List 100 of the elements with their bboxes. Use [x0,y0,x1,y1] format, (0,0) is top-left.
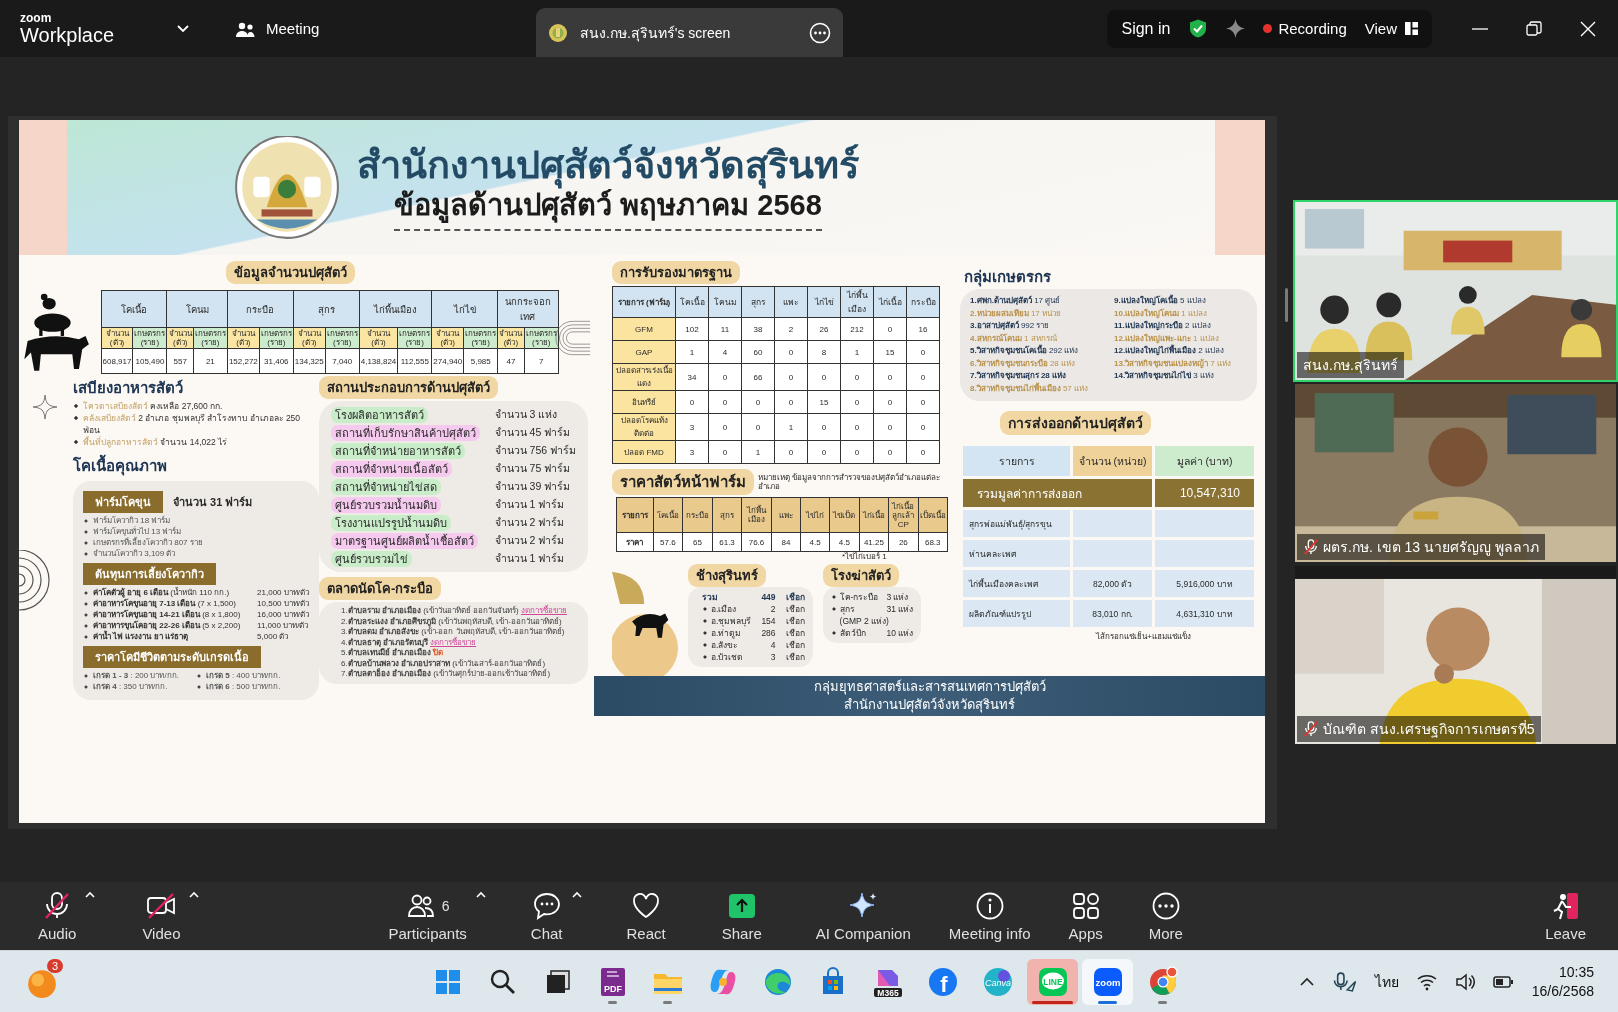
toolbar-button[interactable]: Apps [1068,890,1103,942]
slide-title: สำนักงานปศุสัตว์จังหวัดสุรินทร์ [357,144,859,188]
section-heading: สถานประกอบการด้านปศุสัตว์ [319,376,498,399]
list-item: 12.แปลงใหญ่แพะ-แกะ 1 แปลง [1114,332,1220,344]
table-cell: 82,000 ตัว [1073,570,1152,597]
battery-icon[interactable] [1492,973,1514,990]
sign-in-button[interactable]: Sign in [1121,19,1171,38]
footer-text: กลุ่มยุทธศาสตร์และสารสนเทศการปศุสัตว์ [813,678,1046,696]
table-cell: 5,916,000 บาท [1154,570,1254,597]
row-header: GFM [612,317,676,341]
toolbar-button[interactable]: 6 Participants [388,890,467,942]
list-item: 3.อาสาปศุสัตว์ 992 ราย [970,320,1051,332]
column-header: จำนวน (หน่วย) [1073,446,1152,476]
list-item: 5.วิสาหกิจชุมชนโคเนื้อ 292 แห่ง [970,345,1080,357]
list-item: 13.วิสาหกิจชุมชนแปลงหญ้า 7 แห่ง [1114,357,1232,370]
table-cell: 4,631,310 บาท [1154,600,1254,627]
emblem-icon [548,22,568,43]
screen-share-tab[interactable]: สนง.กษ.สุรินทร์'s screen [536,8,843,57]
list-item: 8.วิสาหกิจชุมชนไก่พื้นเมือง 57 แห่ง [970,382,1089,395]
section-heading: ช้างสุรินทร์ [688,564,766,587]
caret-button[interactable] [474,890,487,900]
column-header: ไข่เป็ด [829,497,860,533]
column-header: โคเนื้อ [675,286,709,318]
price-text: 11,000 บาท/ตัว [257,620,309,631]
microphone-icon[interactable] [1332,971,1357,992]
column-header: รายการ [963,446,1071,476]
count-text: 286 [761,627,776,639]
section-heading: กลุ่มเกษตรกร [964,267,1052,289]
canva-icon: Canva [981,965,1014,998]
caret-up-icon [84,890,97,900]
participant-count: 6 [441,898,450,914]
row-header: GAP [612,340,676,364]
caret-button[interactable] [84,890,97,900]
footnote: *ไข่ไก่เบอร์ 1 [842,552,888,562]
chat-icon [531,891,562,921]
list-item: 7.วิสาหกิจชุมชนสุกร 28 แห่ง [970,370,1067,382]
column-header: โคเนื้อ [101,290,167,328]
column-header: โคนม [166,290,228,328]
count-text: จำนวน 756 ฟาร์ม [494,443,576,458]
count-text: จำนวน 39 ฟาร์ม [494,479,572,494]
establishment-name: ศูนย์รวบรวมไข่ [331,550,412,567]
list-item: 10.แปลงใหญ่โคนม 1 แปลง [1114,307,1208,320]
resize-handle[interactable] [1285,287,1288,322]
list-item: 12.แปลงใหญ่ไก่พื้นเมือง 2 แปลง [1114,345,1247,358]
clock-time: 10:35 [1558,962,1594,982]
taskbar-button[interactable]: zoom [1082,958,1133,1005]
tag-label: ต้นทุนการเลี้ยงโควากิว [83,563,216,585]
toolbar-button[interactable]: Video [142,890,181,942]
meeting-button[interactable]: Meeting [235,19,320,38]
view-button[interactable]: View [1364,20,1418,37]
shield-icon [1188,18,1209,39]
district-name: อ.ชุมพลบุรี [702,615,752,627]
count-text: 4 [769,639,776,651]
app-name: Workplace [20,25,116,45]
toolbar-button[interactable]: Audio [38,890,77,942]
language-indicator: ไทย [1374,972,1399,992]
restore-button[interactable] [1526,20,1542,37]
taskbar-button[interactable]: f [917,958,968,1005]
leave-button[interactable]: Leave [1545,890,1586,942]
count-text: 3 แห่ง [886,591,910,603]
toolbar-button[interactable]: More [1148,890,1183,942]
caret-button[interactable] [188,890,201,900]
count-text: จำนวน 2 ฟาร์ม [494,515,566,530]
list-item: 7.ตำบลตาอ็อง อำเภอเมือง (เข้าวันศุกร์บ่าย-ออกเช้าวันอาทิตย์) [341,669,552,680]
column-header: โคเนื้อ [653,497,683,533]
more-icon [1150,891,1181,921]
column-header: สุกร [712,497,742,533]
close-button[interactable] [1580,20,1596,37]
unit-text: เชือก [785,639,805,651]
toolbar-button[interactable]: React [626,890,666,942]
count-text: จำนวน 45 ฟาร์ม [494,425,572,440]
list-item: 3.ตำบลดม อำเภอสังขะ (เข้า-ออก วันพฤหัสบดี, เข้า-ออกวันอาทิตย์) [341,627,566,637]
column-header: ไก่เนื้อ [859,497,889,533]
taskbar-button[interactable]: PDF [587,958,638,1005]
section-heading: โรงฆ่าสัตว์ [822,564,899,587]
column-header: สุกร [293,290,360,328]
arcs-drawing [19,550,51,612]
count-text: 31 แห่ง [886,603,914,615]
caret-button[interactable] [570,890,583,900]
row-header: ปลอดโรคแท้งติดต่อ [612,413,676,441]
table-cell: ห่านคละเพศ [963,540,1071,567]
volume-icon[interactable] [1454,971,1475,992]
list-item: 2.ตำบลระแงง อำเภอศีขรภูมิ (เข้าวันพฤหัสบดี, เข้า-ออกวันอาทิตย์) [341,616,562,627]
taskbar-button[interactable]: M365 [862,958,913,1005]
restore-icon [1526,20,1542,37]
toolbar-button[interactable]: Share [721,890,762,942]
list-item: 6.วิสาหกิจชุมชนกระบือ 28 แห่ง [970,357,1076,370]
unit-text: เชือก [785,591,805,603]
unit-text: เชือก [785,627,805,639]
section-heading: ราคาสัตว์หน้าฟาร์ม [612,469,754,495]
section-heading: โคเนื้อคุณภาพ [73,454,319,478]
wifi-icon[interactable] [1416,972,1437,991]
share-icon [726,891,757,921]
clock-date: 16/6/2568 [1531,981,1594,1001]
toolbar-button[interactable]: Meeting info [948,890,1031,942]
more-options-icon[interactable] [809,21,831,44]
toolbar-button[interactable]: AI Companion [815,890,911,942]
column-header: ไก่พื้นเมือง [840,286,874,318]
toolbar-button[interactable]: Chat [530,890,563,942]
list-item: 2.หน่วยผสมเทียม 17 หน่วย [970,307,1062,320]
